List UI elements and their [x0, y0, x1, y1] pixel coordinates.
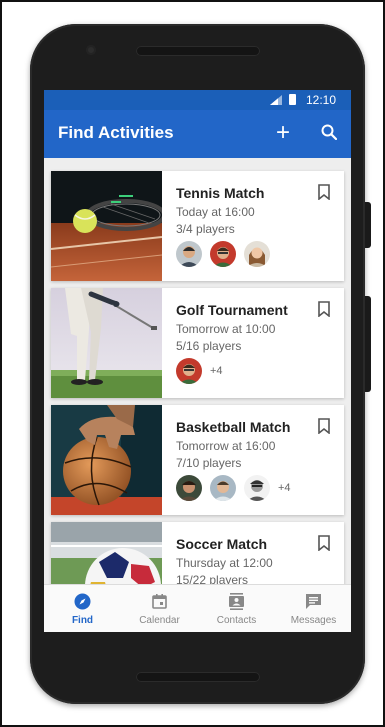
avatar[interactable] [176, 358, 202, 384]
front-camera [86, 45, 96, 55]
status-time: 12:10 [306, 93, 337, 107]
nav-find[interactable]: Find [44, 585, 121, 632]
earpiece-speaker [136, 46, 260, 56]
nav-label: Messages [290, 615, 337, 626]
activity-time: Tomorrow at 10:00 [176, 322, 276, 336]
activity-title: Soccer Match [176, 536, 268, 552]
avatar[interactable] [244, 475, 270, 501]
tennis-photo [51, 171, 162, 281]
phone-screen: 12:10 Find Activities + Tennis Match Tod… [44, 90, 351, 632]
more-players-count: +4 [210, 365, 223, 377]
signal-icon [270, 95, 282, 105]
avatar[interactable] [176, 475, 202, 501]
activity-title: Tennis Match [176, 185, 265, 201]
avatar[interactable] [210, 241, 236, 267]
nav-label: Contacts [216, 615, 257, 626]
activity-time: Tomorrow at 16:00 [176, 439, 276, 453]
bookmark-icon[interactable] [317, 418, 331, 434]
activity-time: Thursday at 12:00 [176, 556, 273, 570]
volume-button [365, 202, 371, 248]
messages-icon [306, 594, 321, 609]
activity-card-basketball[interactable]: Basketball Match Tomorrow at 16:00 7/10 … [51, 405, 344, 515]
activity-title: Basketball Match [176, 419, 291, 435]
compass-icon [74, 593, 91, 610]
bookmark-icon[interactable] [317, 184, 331, 200]
activity-time: Today at 16:00 [176, 205, 255, 219]
nav-contacts[interactable]: Contacts [198, 585, 275, 632]
bookmark-icon[interactable] [317, 535, 331, 551]
golf-photo [51, 288, 162, 398]
page-title: Find Activities [58, 123, 174, 142]
activity-players: 3/4 players [176, 222, 235, 236]
nav-label: Calendar [139, 615, 180, 626]
activity-title: Golf Tournament [176, 302, 288, 318]
nav-label: Find [71, 615, 94, 626]
search-icon[interactable] [321, 124, 337, 140]
activity-players: 15/22 players [176, 573, 249, 584]
contacts-icon [229, 593, 244, 610]
activity-players: 5/16 players [176, 339, 242, 353]
more-players-count: +4 [278, 482, 291, 494]
activity-card-soccer[interactable]: Soccer Match Thursday at 12:00 15/22 pla… [51, 522, 344, 584]
avatar[interactable] [176, 241, 202, 267]
app-bar: Find Activities + [44, 110, 351, 158]
bottom-navigation: Find Calendar Contacts Messages [44, 584, 351, 632]
calendar-icon [152, 594, 167, 609]
nav-calendar[interactable]: Calendar [121, 585, 198, 632]
activity-card-golf[interactable]: Golf Tournament Tomorrow at 10:00 5/16 p… [51, 288, 344, 398]
avatar[interactable] [244, 241, 270, 267]
bookmark-icon[interactable] [317, 301, 331, 317]
bottom-speaker [136, 672, 260, 682]
power-button [365, 296, 371, 392]
basketball-photo [51, 405, 162, 515]
battery-icon [289, 94, 296, 105]
activity-list[interactable]: Tennis Match Today at 16:00 3/4 players [44, 158, 351, 584]
status-bar: 12:10 [44, 90, 351, 110]
activity-card-tennis[interactable]: Tennis Match Today at 16:00 3/4 players [51, 171, 344, 281]
nav-messages[interactable]: Messages [275, 585, 351, 632]
avatar[interactable] [210, 475, 236, 501]
soccer-photo [51, 522, 162, 584]
plus-icon[interactable]: + [276, 119, 290, 147]
activity-players: 7/10 players [176, 456, 242, 470]
